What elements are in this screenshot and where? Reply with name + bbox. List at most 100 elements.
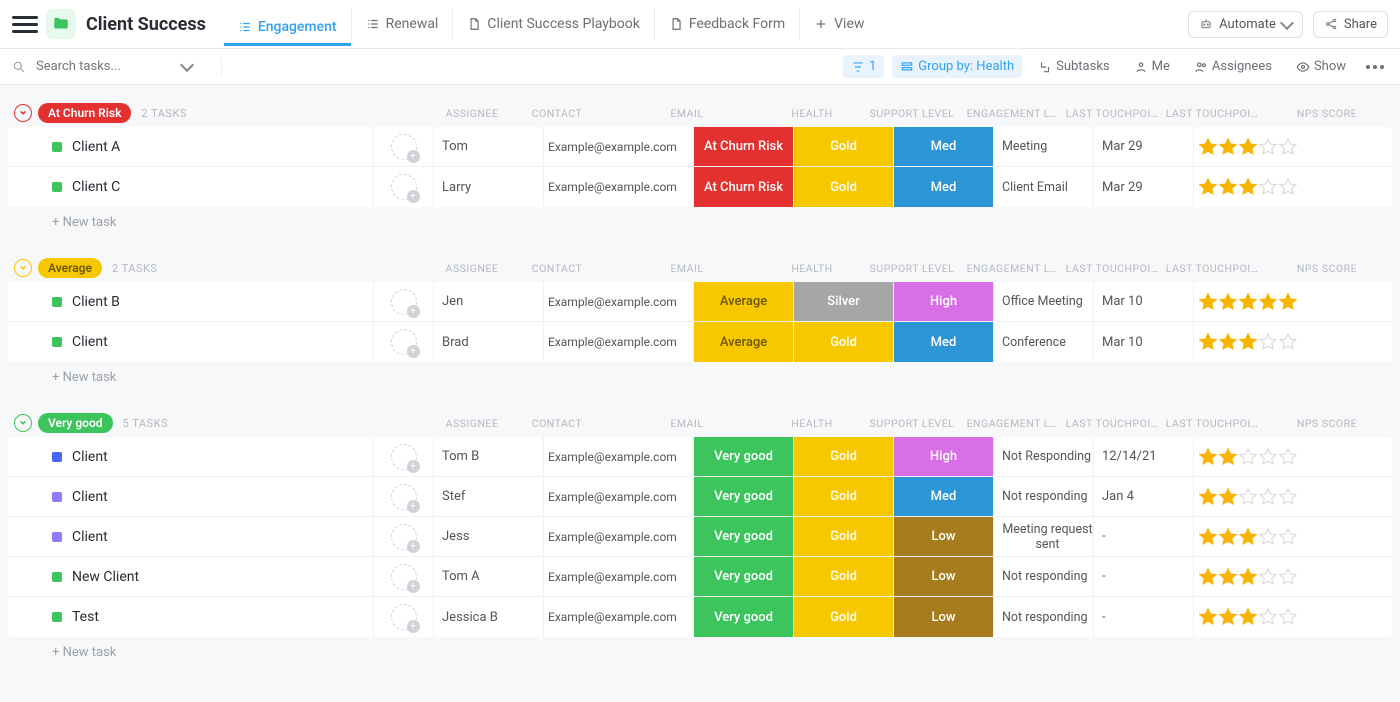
contact-cell[interactable]: Larry xyxy=(433,167,543,207)
assignee-avatar-empty-icon[interactable] xyxy=(391,289,417,315)
new-task-button[interactable]: + New task xyxy=(8,207,1392,234)
health-badge[interactable]: Very good xyxy=(693,437,793,476)
touchpoint-type[interactable]: Meeting xyxy=(993,127,1093,166)
support-badge[interactable]: Gold xyxy=(793,437,893,476)
touchpoint-date[interactable]: - xyxy=(1093,597,1193,637)
health-badge[interactable]: Average xyxy=(693,322,793,362)
tab-renewal[interactable]: Renewal xyxy=(351,8,453,40)
email-cell[interactable]: Example@example.com xyxy=(543,597,693,637)
support-badge[interactable]: Gold xyxy=(793,517,893,556)
health-badge[interactable]: At Churn Risk xyxy=(693,127,793,166)
assignee-avatar-empty-icon[interactable] xyxy=(391,564,417,590)
tab-client-success-playbook[interactable]: Client Success Playbook xyxy=(452,8,653,40)
table-row[interactable]: Client B Jen Example@example.com Average… xyxy=(8,282,1392,322)
assignee-avatar-empty-icon[interactable] xyxy=(391,484,417,510)
support-badge[interactable]: Gold xyxy=(793,322,893,362)
support-badge[interactable]: Gold xyxy=(793,557,893,596)
touchpoint-type[interactable]: Conference xyxy=(993,322,1093,362)
tab-feedback-form[interactable]: Feedback Form xyxy=(654,8,799,40)
touchpoint-date[interactable]: Mar 29 xyxy=(1093,127,1193,166)
touchpoint-date[interactable]: Jan 4 xyxy=(1093,477,1193,516)
task-name[interactable]: Client xyxy=(8,529,373,545)
assignee-cell[interactable] xyxy=(373,437,433,476)
assignee-cell[interactable] xyxy=(373,557,433,596)
support-badge[interactable]: Gold xyxy=(793,477,893,516)
email-cell[interactable]: Example@example.com xyxy=(543,477,693,516)
task-name[interactable]: Client B xyxy=(8,294,373,310)
assignee-cell[interactable] xyxy=(373,477,433,516)
health-badge[interactable]: At Churn Risk xyxy=(693,167,793,207)
email-cell[interactable]: Example@example.com xyxy=(543,437,693,476)
nps-score[interactable] xyxy=(1193,127,1323,166)
engagement-badge[interactable]: Med xyxy=(893,322,993,362)
chevron-down-icon[interactable] xyxy=(180,58,194,72)
email-cell[interactable]: Example@example.com xyxy=(543,557,693,596)
engagement-badge[interactable]: High xyxy=(893,282,993,321)
me-button[interactable]: Me xyxy=(1126,55,1178,78)
assignee-cell[interactable] xyxy=(373,127,433,166)
support-badge[interactable]: Gold xyxy=(793,597,893,637)
nps-score[interactable] xyxy=(1193,557,1323,596)
search-box[interactable] xyxy=(12,58,222,75)
tab-engagement[interactable]: Engagement xyxy=(224,11,351,46)
table-row[interactable]: Client Tom B Example@example.com Very go… xyxy=(8,437,1392,477)
table-row[interactable]: Client Jess Example@example.com Very goo… xyxy=(8,517,1392,557)
show-button[interactable]: Show xyxy=(1288,55,1354,78)
subtasks-button[interactable]: Subtasks xyxy=(1030,55,1118,78)
table-row[interactable]: Client C Larry Example@example.com At Ch… xyxy=(8,167,1392,207)
contact-cell[interactable]: Tom xyxy=(433,127,543,166)
task-name[interactable]: New Client xyxy=(8,569,373,585)
nps-score[interactable] xyxy=(1193,322,1323,362)
automate-button[interactable]: Automate xyxy=(1188,11,1303,38)
touchpoint-type[interactable]: Not Responding xyxy=(993,437,1093,476)
assignee-avatar-empty-icon[interactable] xyxy=(391,134,417,160)
collapse-toggle[interactable] xyxy=(14,104,32,122)
assignee-cell[interactable] xyxy=(373,167,433,207)
engagement-badge[interactable]: Low xyxy=(893,557,993,596)
touchpoint-date[interactable]: 12/14/21 xyxy=(1093,437,1193,476)
health-badge[interactable]: Very good xyxy=(693,597,793,637)
contact-cell[interactable]: Jen xyxy=(433,282,543,321)
touchpoint-type[interactable]: Meeting request sent xyxy=(993,517,1093,556)
health-badge[interactable]: Very good xyxy=(693,557,793,596)
engagement-badge[interactable]: High xyxy=(893,437,993,476)
more-button[interactable] xyxy=(1362,61,1388,73)
tab-view[interactable]: View xyxy=(799,8,878,40)
assignees-button[interactable]: Assignees xyxy=(1186,55,1280,78)
email-cell[interactable]: Example@example.com xyxy=(543,127,693,166)
task-name[interactable]: Client xyxy=(8,334,373,350)
table-row[interactable]: Client Brad Example@example.com Average … xyxy=(8,322,1392,362)
touchpoint-type[interactable]: Not responding xyxy=(993,557,1093,596)
contact-cell[interactable]: Jess xyxy=(433,517,543,556)
task-name[interactable]: Client xyxy=(8,489,373,505)
menu-icon[interactable] xyxy=(12,12,38,36)
assignee-cell[interactable] xyxy=(373,597,433,637)
email-cell[interactable]: Example@example.com xyxy=(543,517,693,556)
touchpoint-date[interactable]: Mar 10 xyxy=(1093,322,1193,362)
touchpoint-type[interactable]: Not responding xyxy=(993,597,1093,637)
nps-score[interactable] xyxy=(1193,597,1323,637)
touchpoint-date[interactable]: Mar 10 xyxy=(1093,282,1193,321)
search-input[interactable] xyxy=(34,58,174,75)
health-badge[interactable]: Very good xyxy=(693,517,793,556)
nps-score[interactable] xyxy=(1193,437,1323,476)
share-button[interactable]: Share xyxy=(1313,11,1388,38)
touchpoint-date[interactable]: - xyxy=(1093,557,1193,596)
table-row[interactable]: Test Jessica B Example@example.com Very … xyxy=(8,597,1392,637)
table-row[interactable]: Client A Tom Example@example.com At Chur… xyxy=(8,127,1392,167)
assignee-avatar-empty-icon[interactable] xyxy=(391,174,417,200)
new-task-button[interactable]: + New task xyxy=(8,637,1392,664)
task-name[interactable]: Client xyxy=(8,449,373,465)
engagement-badge[interactable]: Med xyxy=(893,477,993,516)
touchpoint-type[interactable]: Not responding xyxy=(993,477,1093,516)
assignee-avatar-empty-icon[interactable] xyxy=(391,329,417,355)
assignee-cell[interactable] xyxy=(373,282,433,321)
support-badge[interactable]: Gold xyxy=(793,127,893,166)
contact-cell[interactable]: Jessica B xyxy=(433,597,543,637)
contact-cell[interactable]: Stef xyxy=(433,477,543,516)
nps-score[interactable] xyxy=(1193,167,1323,207)
task-name[interactable]: Client C xyxy=(8,179,373,195)
table-row[interactable]: Client Stef Example@example.com Very goo… xyxy=(8,477,1392,517)
email-cell[interactable]: Example@example.com xyxy=(543,282,693,321)
touchpoint-date[interactable]: - xyxy=(1093,517,1193,556)
